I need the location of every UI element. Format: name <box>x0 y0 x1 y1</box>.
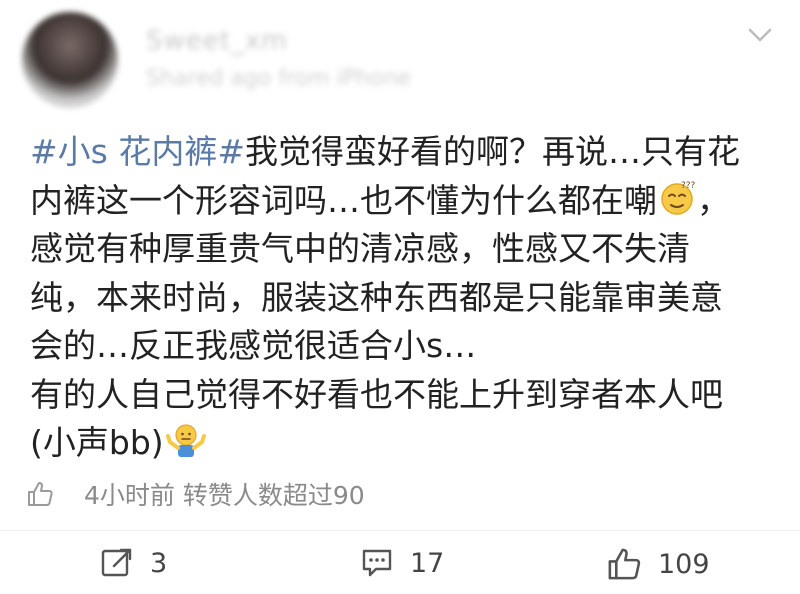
comment-button[interactable]: 17 <box>360 546 444 580</box>
like-count: 109 <box>658 548 710 580</box>
post-line-2: 内裤这一个形容词吗…也不懂为什么都在嘲 ??? ， <box>30 177 780 226</box>
chevron-down-icon[interactable] <box>748 26 772 44</box>
shrug-icon <box>165 424 206 457</box>
comment-count: 17 <box>410 547 445 579</box>
like-summary-text: 4小时前 转赞人数超过90 <box>84 481 365 510</box>
post-line-4: 纯，本来时尚，服装这种东西都是只能靠审美意 <box>30 277 723 317</box>
repost-button[interactable]: 3 <box>100 546 167 580</box>
like-summary: 4小时前 转赞人数超过90 <box>26 474 365 514</box>
hashtag-link[interactable]: #小s 花内裤# <box>30 132 245 171</box>
thumbs-up-icon <box>608 548 641 580</box>
repost-icon <box>101 548 132 577</box>
thumbs-up-icon <box>28 482 53 506</box>
avatar[interactable] <box>22 12 118 108</box>
action-bar: 3 17 109 <box>0 546 800 590</box>
post-line-5: 会的…反正我感觉很适合小s… <box>30 326 477 365</box>
post-text: 内裤这一个形容词吗…也不懂为什么都在嘲 <box>30 180 657 220</box>
repost-count: 3 <box>150 547 168 579</box>
post-text: 我觉得蛮好看的啊？再说…只有花 <box>244 132 740 171</box>
thinking-face-icon: ??? <box>661 181 695 215</box>
post-text-suffix: ， <box>697 180 730 220</box>
username[interactable]: Sweet_xm <box>146 26 288 56</box>
svg-text:???: ??? <box>681 181 695 191</box>
divider <box>0 530 800 531</box>
post-line-1: #小s 花内裤#我觉得蛮好看的啊？再说…只有花 <box>30 128 780 177</box>
comment-icon <box>362 549 392 577</box>
post-header: Sweet_xm Shared ago from iPhone <box>0 0 800 120</box>
post-line-3: 感觉有种厚重贵气中的清凉感，性感又不失清 <box>30 229 690 268</box>
post-line-7: (小声bb) <box>30 419 780 468</box>
post-line-6: 有的人自己觉得不好看也不能上升到穿者本人吧 <box>30 374 723 414</box>
post-meta: Shared ago from iPhone <box>146 66 411 91</box>
like-button[interactable]: 109 <box>606 546 710 582</box>
post-text: (小声bb) <box>30 423 164 462</box>
post-body: #小s 花内裤#我觉得蛮好看的啊？再说…只有花 内裤这一个形容词吗…也不懂为什么… <box>30 128 780 468</box>
